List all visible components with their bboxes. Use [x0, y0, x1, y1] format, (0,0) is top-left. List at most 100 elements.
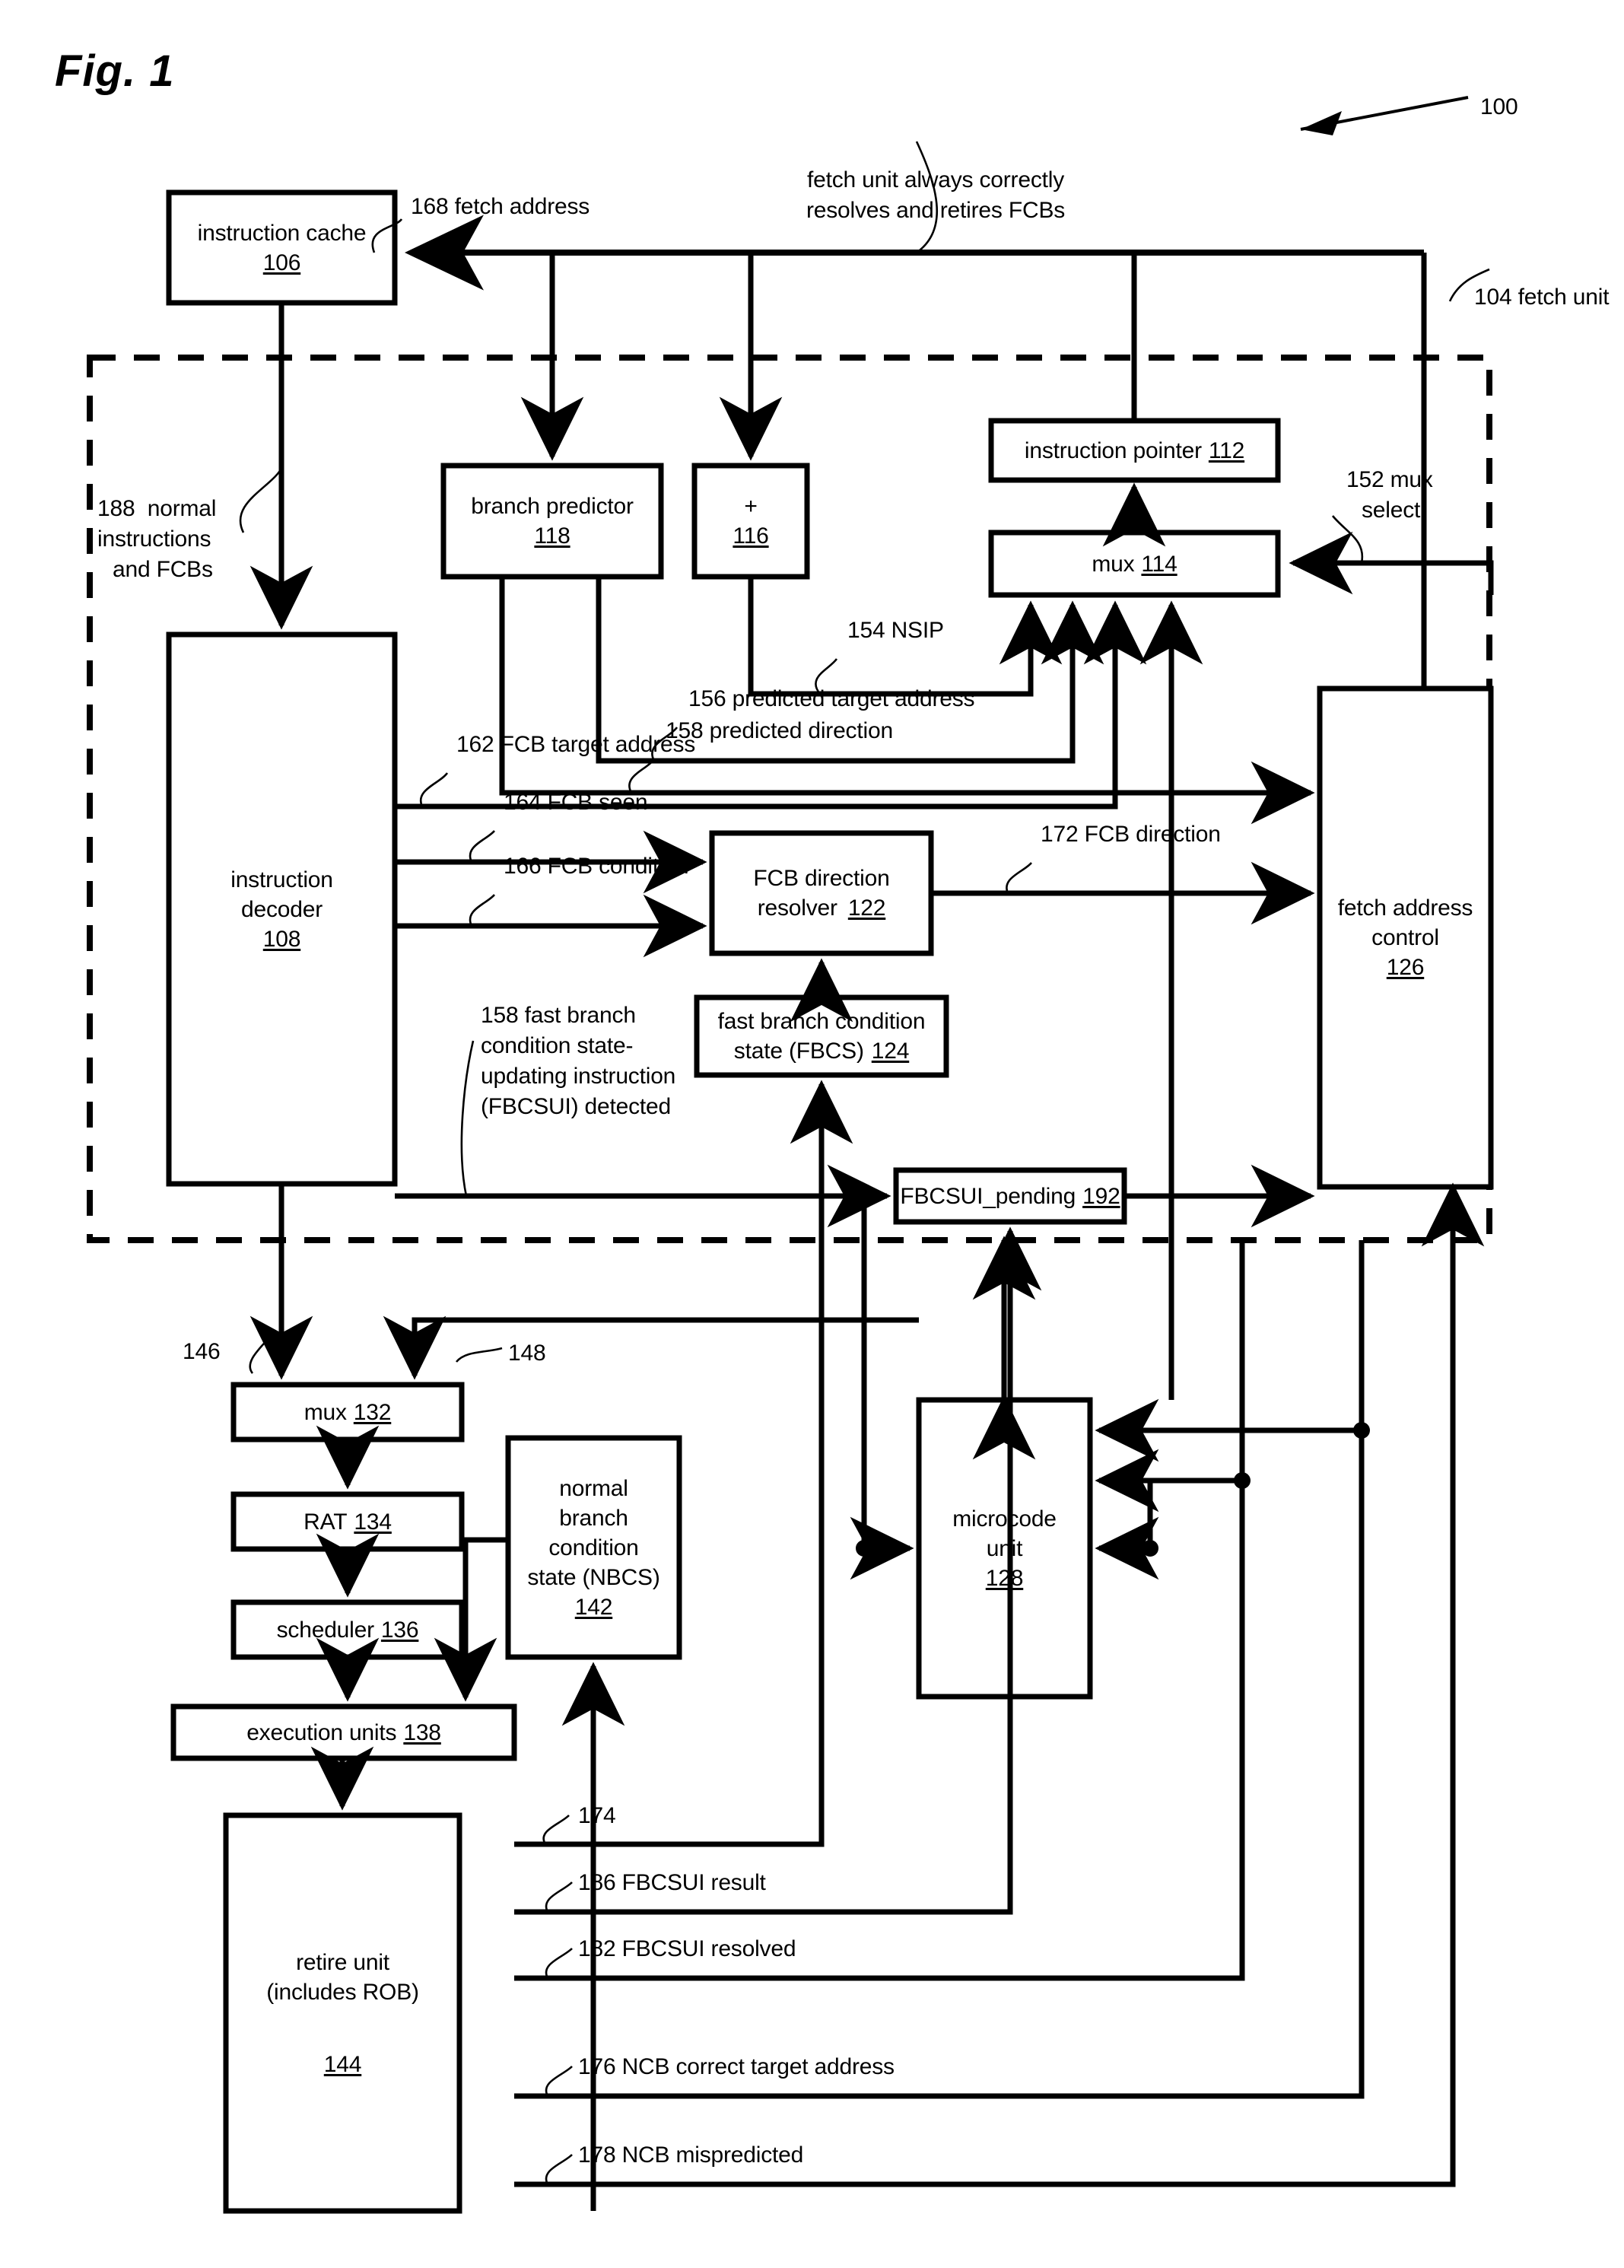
- adder-name: +: [744, 494, 758, 519]
- label-158-fbcsui-4: (FBCSUI) detected: [481, 1094, 672, 1119]
- label-162-fcb-target-address: 162 FCB target address: [456, 732, 696, 757]
- leader-152: [1331, 515, 1364, 564]
- instruction-pointer-block: instruction pointer 112: [991, 421, 1278, 480]
- leader-166: [469, 894, 495, 927]
- instruction-decoder-block: instruction decoder 108: [169, 635, 395, 1184]
- instruction-decoder-name-1: instruction: [230, 867, 333, 892]
- instruction-decoder-ref: 108: [262, 926, 301, 952]
- label-146: 146: [183, 1339, 221, 1364]
- execution-units-name: execution units: [246, 1719, 397, 1745]
- wire-148: [383, 1315, 919, 1380]
- fetch-address-control-name-1: fetch address: [1337, 895, 1473, 921]
- fbcs-name-1: fast branch condition: [717, 1009, 926, 1034]
- instruction-cache-name: instruction cache: [197, 220, 367, 246]
- mux-132-name: mux: [304, 1399, 347, 1425]
- label-164-fcb-seen: 164 FCB seen: [504, 790, 648, 815]
- retire-unit-block: retire unit (includes ROB) 144: [226, 1815, 459, 2211]
- leader-172: [1006, 862, 1032, 894]
- fetch-address-control-name-2: control: [1371, 925, 1439, 950]
- label-152-mux-select-2: select: [1362, 498, 1421, 523]
- branch-predictor-ref: 118: [534, 523, 570, 549]
- label-fetch-unit-note-1: fetch unit always correctly: [806, 167, 1065, 192]
- nbcs-ref: 142: [574, 1594, 613, 1620]
- label-158-predicted-direction: 158 predicted direction: [666, 718, 893, 743]
- fcb-direction-resolver-block: FCB direction resolver 122: [712, 833, 931, 953]
- fbcs-name-2: state (FBCS): [733, 1039, 864, 1064]
- leader-176: [545, 2066, 573, 2097]
- scheduler-136-name: scheduler: [276, 1617, 374, 1643]
- label-186-fbcsui-result: 186 FBCSUI result: [578, 1870, 766, 1895]
- mux-132-ref: 132: [353, 1399, 392, 1425]
- mux-114-name: mux: [1092, 551, 1135, 577]
- leader-164: [469, 830, 495, 863]
- fcb-direction-resolver-name-1: FCB direction: [753, 866, 890, 891]
- wire-microcode-left-in: [850, 1196, 914, 1580]
- branch-predictor-name: branch predictor: [471, 494, 634, 519]
- junction-dot-2: [1142, 1540, 1158, 1557]
- leader-182: [545, 1948, 573, 1979]
- rat-134-block: RAT 134: [234, 1494, 462, 1549]
- leader-148: [455, 1347, 503, 1363]
- nbcs-name-1: normal: [559, 1475, 628, 1501]
- label-188-normal-2: instructions: [97, 526, 211, 552]
- mux-132-block: mux 132: [234, 1385, 462, 1439]
- label-156-predicted-target-address: 156 predicted target address: [688, 686, 975, 711]
- figure-title: Fig. 1: [55, 46, 175, 96]
- label-fetch-unit-note-2: resolves and retires FCBs: [806, 198, 1066, 223]
- mux-114-ref: 114: [1141, 551, 1177, 577]
- ref-100-arrow: [1300, 96, 1469, 135]
- label-154-nsip: 154 NSIP: [847, 618, 944, 643]
- label-176-ncb-correct-target-address: 176 NCB correct target address: [578, 2054, 895, 2079]
- patent-figure-canvas: Fig. 1 100 104 fetch unit instruction ca…: [0, 0, 1624, 2268]
- microcode-unit-name-2: unit: [986, 1535, 1023, 1561]
- microcode-unit-name-1: microcode: [952, 1506, 1057, 1532]
- fetch-unit-boundary-label: 104 fetch unit: [1474, 285, 1610, 310]
- fetch-address-control-ref: 126: [1386, 955, 1425, 980]
- fcb-direction-resolver-ref: 122: [847, 895, 886, 921]
- junction-dot-1: [856, 1540, 872, 1557]
- label-166-fcb-condition: 166 FCB condition: [504, 854, 689, 879]
- leader-188: [239, 465, 284, 533]
- nbcs-name-4: state (NBCS): [527, 1564, 660, 1590]
- label-148: 148: [508, 1341, 546, 1366]
- label-172-fcb-direction: 172 FCB direction: [1041, 822, 1221, 847]
- fbcsui-pending-ref: 192: [1082, 1183, 1120, 1209]
- leader-178: [545, 2154, 573, 2185]
- retire-unit-name-1: retire unit: [296, 1949, 389, 1975]
- rat-134-name: RAT: [304, 1509, 348, 1535]
- scheduler-136-ref: 136: [380, 1617, 419, 1643]
- fbcs-ref: 124: [871, 1039, 910, 1064]
- fbcsui-pending-block: FBCSUI_pending 192: [896, 1170, 1124, 1222]
- leader-162: [419, 772, 449, 807]
- label-182-fbcsui-resolved: 182 FBCSUI resolved: [578, 1936, 796, 1961]
- leader-146: [249, 1329, 277, 1374]
- instruction-pointer-ref: 112: [1208, 437, 1245, 463]
- wire-nbcs-to-exec: [434, 1537, 508, 1702]
- fetch-address-control-block: fetch address control 126: [1320, 689, 1491, 1187]
- junction-dot-4: [1353, 1422, 1370, 1439]
- retire-unit-ref: 144: [323, 2051, 362, 2077]
- scheduler-136-block: scheduler 136: [234, 1602, 462, 1657]
- leader-174: [542, 1815, 570, 1845]
- leader-186: [545, 1882, 573, 1913]
- nbcs-name-2: branch: [559, 1505, 628, 1531]
- label-188-normal-3: and FCBs: [113, 557, 213, 582]
- label-188-normal-1: 188 normal: [97, 496, 217, 521]
- adder-ref: 116: [733, 523, 769, 549]
- leader-158fb: [460, 1040, 475, 1197]
- instruction-decoder-name-2: decoder: [240, 896, 323, 922]
- label-178-ncb-mispredicted: 178 NCB mispredicted: [578, 2142, 804, 2168]
- fbcs-block: fast branch condition state (FBCS) 124: [697, 997, 946, 1075]
- instruction-cache-ref: 106: [262, 250, 301, 275]
- branch-predictor-block: branch predictor 118: [443, 466, 661, 577]
- instruction-cache-block: instruction cache 106: [169, 192, 395, 303]
- instruction-pointer-name: instruction pointer: [1024, 437, 1202, 463]
- rat-134-ref: 134: [354, 1509, 392, 1535]
- label-158-fbcsui-3: updating instruction: [481, 1064, 676, 1089]
- microcode-unit-ref: 128: [985, 1565, 1024, 1591]
- label-152-mux-select-1: 152 mux: [1346, 467, 1433, 492]
- label-158-fbcsui-2: condition state-: [481, 1033, 634, 1058]
- wire-176-to-microcode: [1095, 1398, 1365, 1462]
- wire-mux-select: [1289, 531, 1494, 595]
- figure-reference-100: 100: [1480, 94, 1518, 119]
